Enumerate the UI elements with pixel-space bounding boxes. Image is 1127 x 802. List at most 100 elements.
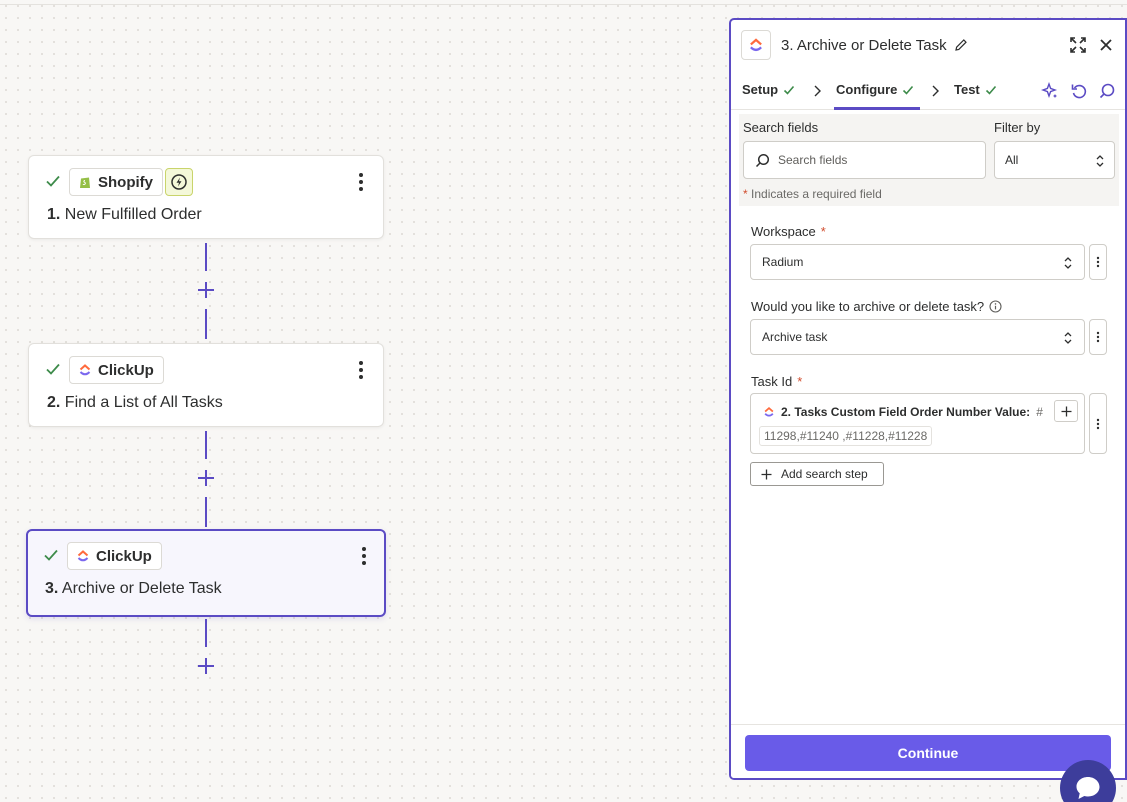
required-note: * Indicates a required field bbox=[743, 187, 882, 201]
step-number: 2. bbox=[47, 394, 61, 411]
expand-icon[interactable] bbox=[1069, 36, 1087, 54]
task-id-more-button[interactable] bbox=[1089, 393, 1107, 454]
step-title: 1. New Fulfilled Order bbox=[47, 206, 202, 224]
tab-label: Test bbox=[954, 82, 980, 97]
search-fields-label: Search fields bbox=[743, 120, 819, 135]
check-icon bbox=[903, 85, 914, 95]
check-icon bbox=[44, 549, 58, 561]
search-fields-section: Search fields Filter by Search fields Al… bbox=[739, 114, 1119, 206]
step-editor-panel: 3. Archive or Delete Task Setup Configur… bbox=[729, 18, 1127, 780]
panel-tabs: Setup Configure Test bbox=[731, 72, 1125, 110]
app-chip-label: Shopify bbox=[98, 173, 153, 191]
ai-sparkle-icon[interactable] bbox=[1041, 82, 1059, 100]
app-chip-label: ClickUp bbox=[96, 547, 152, 565]
step-number: 1. bbox=[47, 206, 61, 223]
filter-value: All bbox=[1005, 153, 1019, 167]
pencil-icon[interactable] bbox=[954, 38, 968, 52]
app-logo bbox=[741, 30, 771, 60]
add-search-step-label: Add search step bbox=[781, 467, 868, 481]
action-value: Archive task bbox=[762, 330, 828, 344]
app-chip-label: ClickUp bbox=[98, 361, 154, 379]
action-more-button[interactable] bbox=[1089, 319, 1107, 355]
clickup-logo-icon bbox=[77, 550, 89, 562]
check-icon bbox=[46, 363, 60, 375]
updown-chevron-icon bbox=[1096, 155, 1104, 167]
connector-line bbox=[205, 243, 207, 271]
insert-data-button[interactable] bbox=[1054, 400, 1078, 422]
required-note-text: Indicates a required field bbox=[751, 187, 882, 201]
comment-icon[interactable] bbox=[1098, 82, 1116, 100]
app-chip-shopify: Shopify bbox=[69, 168, 163, 196]
undo-icon[interactable] bbox=[1070, 82, 1088, 100]
tab-configure[interactable]: Configure bbox=[836, 82, 914, 97]
panel-header: 3. Archive or Delete Task bbox=[731, 20, 1125, 72]
continue-button[interactable]: Continue bbox=[745, 735, 1111, 771]
required-asterisk: * bbox=[797, 374, 803, 389]
workspace-more-button[interactable] bbox=[1089, 244, 1107, 280]
trigger-badge bbox=[165, 168, 193, 196]
filter-by-label: Filter by bbox=[994, 120, 1041, 135]
required-asterisk: * bbox=[820, 224, 826, 239]
step-card-2[interactable]: ClickUp 2. Find a List of All Tasks bbox=[28, 343, 384, 427]
connector-line bbox=[205, 619, 207, 647]
kebab-menu-icon[interactable] bbox=[356, 545, 372, 567]
add-step-plus-icon[interactable] bbox=[197, 281, 215, 299]
search-icon bbox=[755, 153, 770, 168]
kebab-menu-icon bbox=[1096, 418, 1100, 429]
chevron-right-icon bbox=[932, 85, 939, 97]
task-id-input[interactable]: 2. Tasks Custom Field Order Number Value… bbox=[750, 393, 1085, 454]
updown-chevron-icon bbox=[1064, 257, 1072, 269]
app-chip-clickup: ClickUp bbox=[67, 542, 162, 570]
chat-icon bbox=[1076, 777, 1100, 799]
workspace-select[interactable]: Radium bbox=[750, 244, 1085, 280]
search-placeholder: Search fields bbox=[778, 153, 848, 167]
kebab-menu-icon[interactable] bbox=[353, 359, 369, 381]
search-fields-input[interactable]: Search fields bbox=[743, 141, 986, 179]
workspace-value: Radium bbox=[762, 255, 804, 269]
tab-label: Setup bbox=[742, 82, 779, 97]
add-step-plus-icon[interactable] bbox=[197, 657, 215, 675]
connector-line bbox=[205, 431, 207, 459]
required-asterisk: * bbox=[743, 187, 748, 201]
info-icon[interactable] bbox=[989, 300, 1002, 313]
step-title: 3. Archive or Delete Task bbox=[45, 580, 222, 598]
panel-title: 3. Archive or Delete Task bbox=[781, 37, 947, 54]
clickup-logo-icon bbox=[764, 406, 774, 417]
step-name: Find a List of All Tasks bbox=[64, 394, 223, 411]
tab-label: Configure bbox=[836, 82, 898, 97]
updown-chevron-icon bbox=[1064, 332, 1072, 344]
task-id-value: 11298,#11240 ,#11228,#11228 bbox=[759, 426, 933, 446]
check-icon bbox=[784, 85, 795, 95]
step-card-1[interactable]: Shopify 1. New Fulfilled Order bbox=[28, 155, 384, 239]
kebab-menu-icon bbox=[1096, 331, 1100, 343]
kebab-menu-icon[interactable] bbox=[353, 171, 369, 193]
add-step-plus-icon[interactable] bbox=[197, 469, 215, 487]
step-number: 3. bbox=[45, 580, 59, 597]
mapped-field-pill[interactable]: 2. Tasks Custom Field Order Number Value… bbox=[763, 401, 1043, 423]
app-chip-clickup: ClickUp bbox=[69, 356, 164, 384]
clickup-logo-icon bbox=[79, 364, 91, 376]
check-icon bbox=[985, 85, 996, 95]
tab-test[interactable]: Test bbox=[954, 82, 997, 97]
filter-by-select[interactable]: All bbox=[994, 141, 1115, 179]
active-tab-indicator bbox=[834, 107, 920, 110]
workspace-label-text: Workspace bbox=[751, 224, 816, 239]
kebab-menu-icon bbox=[1096, 256, 1100, 268]
pill-label: 2. Tasks Custom Field Order Number Value… bbox=[781, 405, 1031, 419]
top-divider bbox=[0, 4, 1127, 5]
plus-icon bbox=[1061, 406, 1071, 416]
check-icon bbox=[46, 175, 60, 187]
step-name: Archive or Delete Task bbox=[61, 580, 222, 597]
step-title: 2. Find a List of All Tasks bbox=[47, 394, 223, 412]
action-label: Would you like to archive or delete task… bbox=[751, 299, 1002, 314]
step-name: New Fulfilled Order bbox=[64, 206, 202, 223]
add-search-step-button[interactable]: Add search step bbox=[750, 462, 884, 486]
task-id-label: Task Id * bbox=[751, 374, 802, 389]
shopify-logo-icon bbox=[80, 177, 90, 188]
workspace-label: Workspace * bbox=[751, 224, 826, 239]
close-icon[interactable] bbox=[1099, 38, 1113, 52]
tab-setup[interactable]: Setup bbox=[742, 82, 795, 97]
step-card-3[interactable]: ClickUp 3. Archive or Delete Task bbox=[26, 529, 386, 617]
action-select[interactable]: Archive task bbox=[750, 319, 1085, 355]
clickup-logo-icon bbox=[750, 38, 762, 51]
